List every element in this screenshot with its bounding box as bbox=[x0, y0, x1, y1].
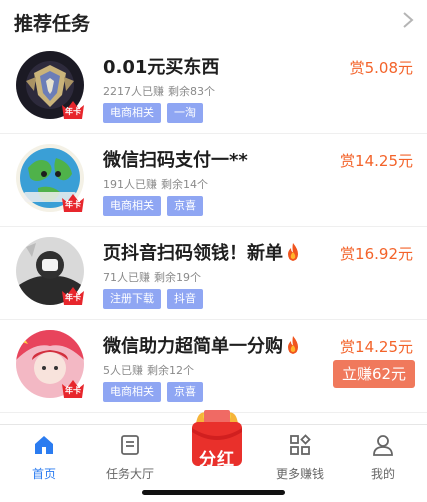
task-tags: 电商相关 京喜 bbox=[103, 380, 209, 402]
task-tag: 电商相关 bbox=[103, 196, 161, 216]
task-tags: 电商相关 一淘 bbox=[103, 101, 209, 123]
list-icon bbox=[121, 435, 139, 455]
vip-badge: 年卡 bbox=[60, 378, 86, 400]
task-remaining: 剩余12个 bbox=[147, 364, 194, 377]
vip-badge: 年卡 bbox=[60, 192, 86, 214]
task-remaining: 剩余19个 bbox=[154, 271, 201, 284]
task-title: 微信扫码支付一** bbox=[103, 150, 248, 171]
dividend-label: 分红 bbox=[199, 450, 235, 470]
task-tags: 电商相关 京喜 bbox=[103, 194, 209, 216]
dividend-button[interactable]: 分红 bbox=[188, 406, 246, 470]
vip-badge-text: 年卡 bbox=[65, 386, 81, 395]
task-title: 0.01元买东西 bbox=[103, 57, 220, 78]
task-remaining: 剩余83个 bbox=[168, 85, 215, 98]
task-participants: 5人已赚 bbox=[103, 364, 143, 377]
task-tag: 一淘 bbox=[167, 103, 203, 123]
task-tag: 注册下载 bbox=[103, 289, 161, 309]
grid-icon bbox=[290, 434, 311, 455]
fire-icon bbox=[288, 243, 298, 261]
section-header[interactable]: 推荐任务 bbox=[0, 0, 427, 40]
home-indicator bbox=[142, 490, 285, 495]
tab-more-earn[interactable]: 更多赚钱 bbox=[260, 433, 340, 482]
task-title: 页抖音扫码领钱！新单 bbox=[103, 239, 302, 265]
user-icon bbox=[373, 435, 393, 456]
task-item[interactable]: 年卡 0.01元买东西 2217人已赚 剩余83个 电商相关 一淘 赏5.08元 bbox=[0, 41, 427, 134]
task-item[interactable]: 年卡 微信助力超简单一分购 5人已赚 剩余12个 电商相关 京喜 赏14.25元 立… bbox=[0, 320, 427, 413]
vip-badge: 年卡 bbox=[60, 99, 86, 121]
task-tag: 电商相关 bbox=[103, 382, 161, 402]
task-tag: 电商相关 bbox=[103, 103, 161, 123]
vip-badge-text: 年卡 bbox=[65, 200, 81, 209]
tab-home[interactable]: 首页 bbox=[4, 433, 84, 482]
vip-badge-text: 年卡 bbox=[65, 107, 81, 116]
task-reward: 赏14.25元 bbox=[340, 338, 413, 356]
task-participants: 2217人已赚 bbox=[103, 85, 164, 98]
tab-task-hall[interactable]: 任务大厅 bbox=[90, 433, 170, 482]
vip-badge-text: 年卡 bbox=[65, 293, 81, 302]
task-reward: 赏16.92元 bbox=[340, 245, 413, 263]
home-icon bbox=[35, 436, 53, 454]
chevron-right-icon[interactable] bbox=[401, 10, 415, 30]
tab-more-earn-label: 更多赚钱 bbox=[275, 467, 324, 481]
task-item[interactable]: 年卡 微信扫码支付一** 191人已赚 剩余14个 电商相关 京喜 赏14.25元 bbox=[0, 134, 427, 227]
task-reward: 赏5.08元 bbox=[349, 59, 413, 77]
task-participants: 71人已赚 bbox=[103, 271, 150, 284]
tab-mine[interactable]: 我的 bbox=[343, 433, 423, 482]
tab-task-hall-label: 任务大厅 bbox=[105, 467, 154, 481]
fire-icon bbox=[288, 336, 298, 354]
task-tag: 京喜 bbox=[167, 382, 203, 402]
task-item[interactable]: 年卡 页抖音扫码领钱！新单 71人已赚 剩余19个 注册下载 抖音 赏16.92元 bbox=[0, 227, 427, 320]
tab-mine-label: 我的 bbox=[370, 467, 395, 481]
task-tags: 注册下载 抖音 bbox=[103, 287, 209, 309]
task-tag: 抖音 bbox=[167, 289, 203, 309]
task-stats: 2217人已赚 剩余83个 bbox=[103, 83, 215, 99]
task-remaining: 剩余14个 bbox=[161, 178, 208, 191]
task-tag: 京喜 bbox=[167, 196, 203, 216]
task-reward: 赏14.25元 bbox=[340, 152, 413, 170]
earn-now-button[interactable]: 立赚62元 bbox=[333, 360, 415, 388]
tab-home-label: 首页 bbox=[31, 467, 56, 481]
task-title: 微信助力超简单一分购 bbox=[103, 332, 302, 358]
task-stats: 5人已赚 剩余12个 bbox=[103, 362, 194, 378]
task-participants: 191人已赚 bbox=[103, 178, 157, 191]
vip-badge: 年卡 bbox=[60, 285, 86, 307]
task-stats: 191人已赚 剩余14个 bbox=[103, 176, 208, 192]
section-title: 推荐任务 bbox=[14, 13, 91, 35]
task-stats: 71人已赚 剩余19个 bbox=[103, 269, 201, 285]
